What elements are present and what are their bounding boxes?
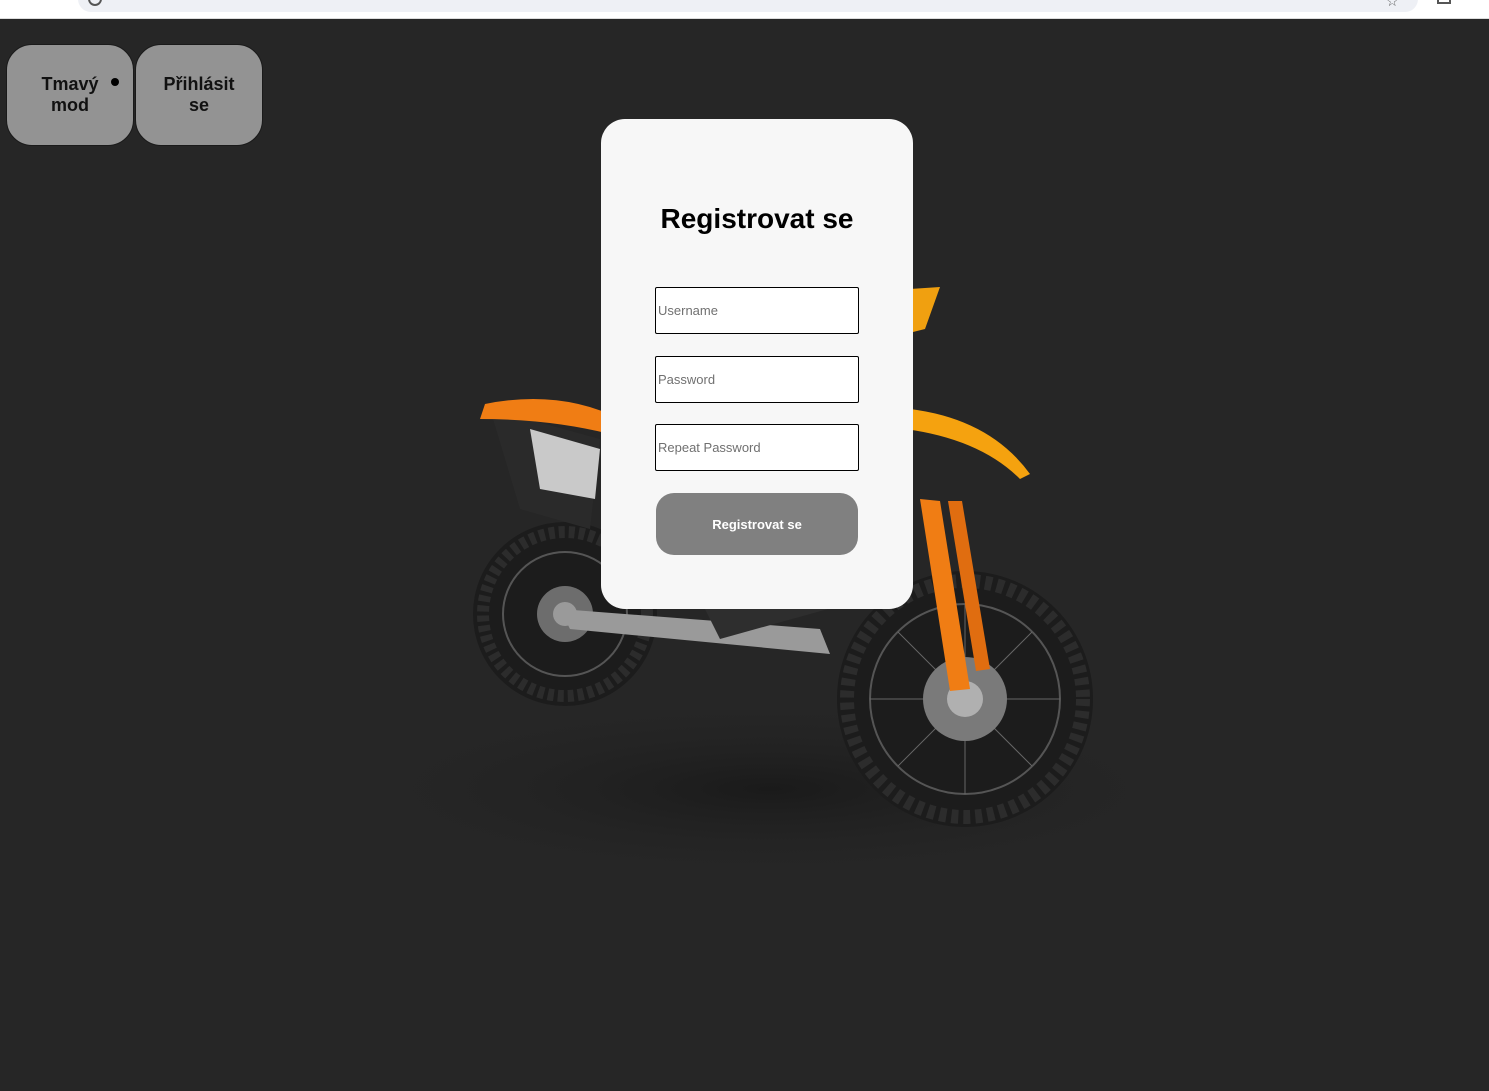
front-wheel <box>837 571 1093 827</box>
login-label-line2: se <box>188 95 210 115</box>
register-submit-button[interactable]: Registrovat se <box>656 493 858 555</box>
username-input[interactable] <box>655 287 859 334</box>
browser-toolbar: ☆ <box>0 0 1489 19</box>
register-card: Registrovat se Registrovat se <box>601 119 913 609</box>
repeat-password-input[interactable] <box>655 424 859 471</box>
toggle-indicator-icon <box>111 78 119 86</box>
dark-mode-label-line2: mod <box>50 95 89 115</box>
login-button[interactable]: Přihlásit se <box>135 44 263 146</box>
page-background: Tmavý mod Přihlásit se Registrovat se Re… <box>0 19 1489 1091</box>
dark-mode-label-line1: Tmavý <box>41 74 99 94</box>
form-title: Registrovat se <box>660 203 854 234</box>
extension-icon[interactable] <box>1437 0 1451 4</box>
address-bar[interactable] <box>78 0 1418 12</box>
bookmark-star-icon[interactable]: ☆ <box>1386 0 1399 10</box>
password-input[interactable] <box>655 356 859 403</box>
login-label-line1: Přihlásit <box>163 74 235 94</box>
dark-mode-label: Tmavý mod <box>41 74 98 116</box>
login-label: Přihlásit se <box>163 74 234 116</box>
dark-mode-toggle[interactable]: Tmavý mod <box>6 44 134 146</box>
